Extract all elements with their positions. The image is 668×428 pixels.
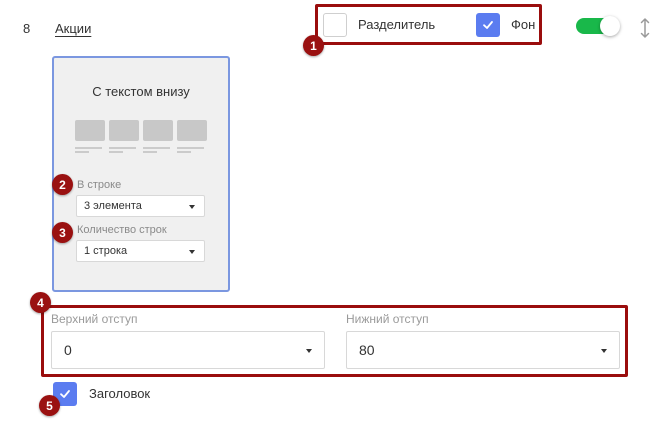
divider-label: Разделитель <box>358 17 436 32</box>
preview-line <box>109 147 136 149</box>
template-card[interactable]: С текстом внизу В строке 3 элемента Коли… <box>52 56 230 292</box>
per-row-label: В строке <box>77 179 122 191</box>
enabled-toggle[interactable] <box>576 16 620 36</box>
preview-thumb <box>143 120 173 141</box>
preview-line <box>177 151 191 153</box>
preview-thumb <box>177 120 207 141</box>
per-row-value: 3 элемента <box>84 200 142 212</box>
chevron-down-icon <box>189 250 195 254</box>
bottom-padding-value: 80 <box>359 342 375 358</box>
background-checkbox[interactable] <box>476 13 500 37</box>
bottom-padding-select[interactable]: 80 <box>346 331 620 369</box>
marker-5: 5 <box>39 395 60 416</box>
rows-count-label: Количество строк <box>77 224 167 236</box>
checkmark-icon <box>483 21 493 29</box>
bottom-padding-label: Нижний отступ <box>346 312 429 326</box>
template-card-title: С текстом внизу <box>92 84 190 99</box>
background-label: Фон <box>511 17 536 32</box>
divider-checkbox[interactable] <box>323 13 347 37</box>
marker-2: 2 <box>52 174 73 195</box>
top-padding-label: Верхний отступ <box>51 312 138 326</box>
preview-line <box>143 151 157 153</box>
chevron-down-icon <box>189 205 195 209</box>
toggle-knob <box>600 16 620 36</box>
preview-thumb <box>109 120 139 141</box>
resize-vertical-icon[interactable] <box>639 17 651 39</box>
per-row-select[interactable]: 3 элемента <box>76 195 205 217</box>
marker-4: 4 <box>30 292 51 313</box>
rows-count-value: 1 строка <box>84 245 128 257</box>
preview-line <box>143 147 170 149</box>
marker-3: 3 <box>52 222 73 243</box>
top-padding-value: 0 <box>64 342 72 358</box>
preview-thumb <box>75 120 105 141</box>
preview-line <box>177 147 204 149</box>
checkmark-icon <box>60 390 70 398</box>
section-title-link[interactable]: Акции <box>55 21 91 36</box>
row-number: 8 <box>23 21 31 36</box>
heading-label: Заголовок <box>89 386 151 401</box>
preview-line <box>75 151 89 153</box>
chevron-down-icon <box>601 349 607 353</box>
chevron-down-icon <box>306 349 312 353</box>
layout-preview <box>75 120 211 154</box>
top-padding-select[interactable]: 0 <box>51 331 325 369</box>
preview-line <box>109 151 123 153</box>
preview-line <box>75 147 102 149</box>
marker-1: 1 <box>303 35 324 56</box>
rows-count-select[interactable]: 1 строка <box>76 240 205 262</box>
